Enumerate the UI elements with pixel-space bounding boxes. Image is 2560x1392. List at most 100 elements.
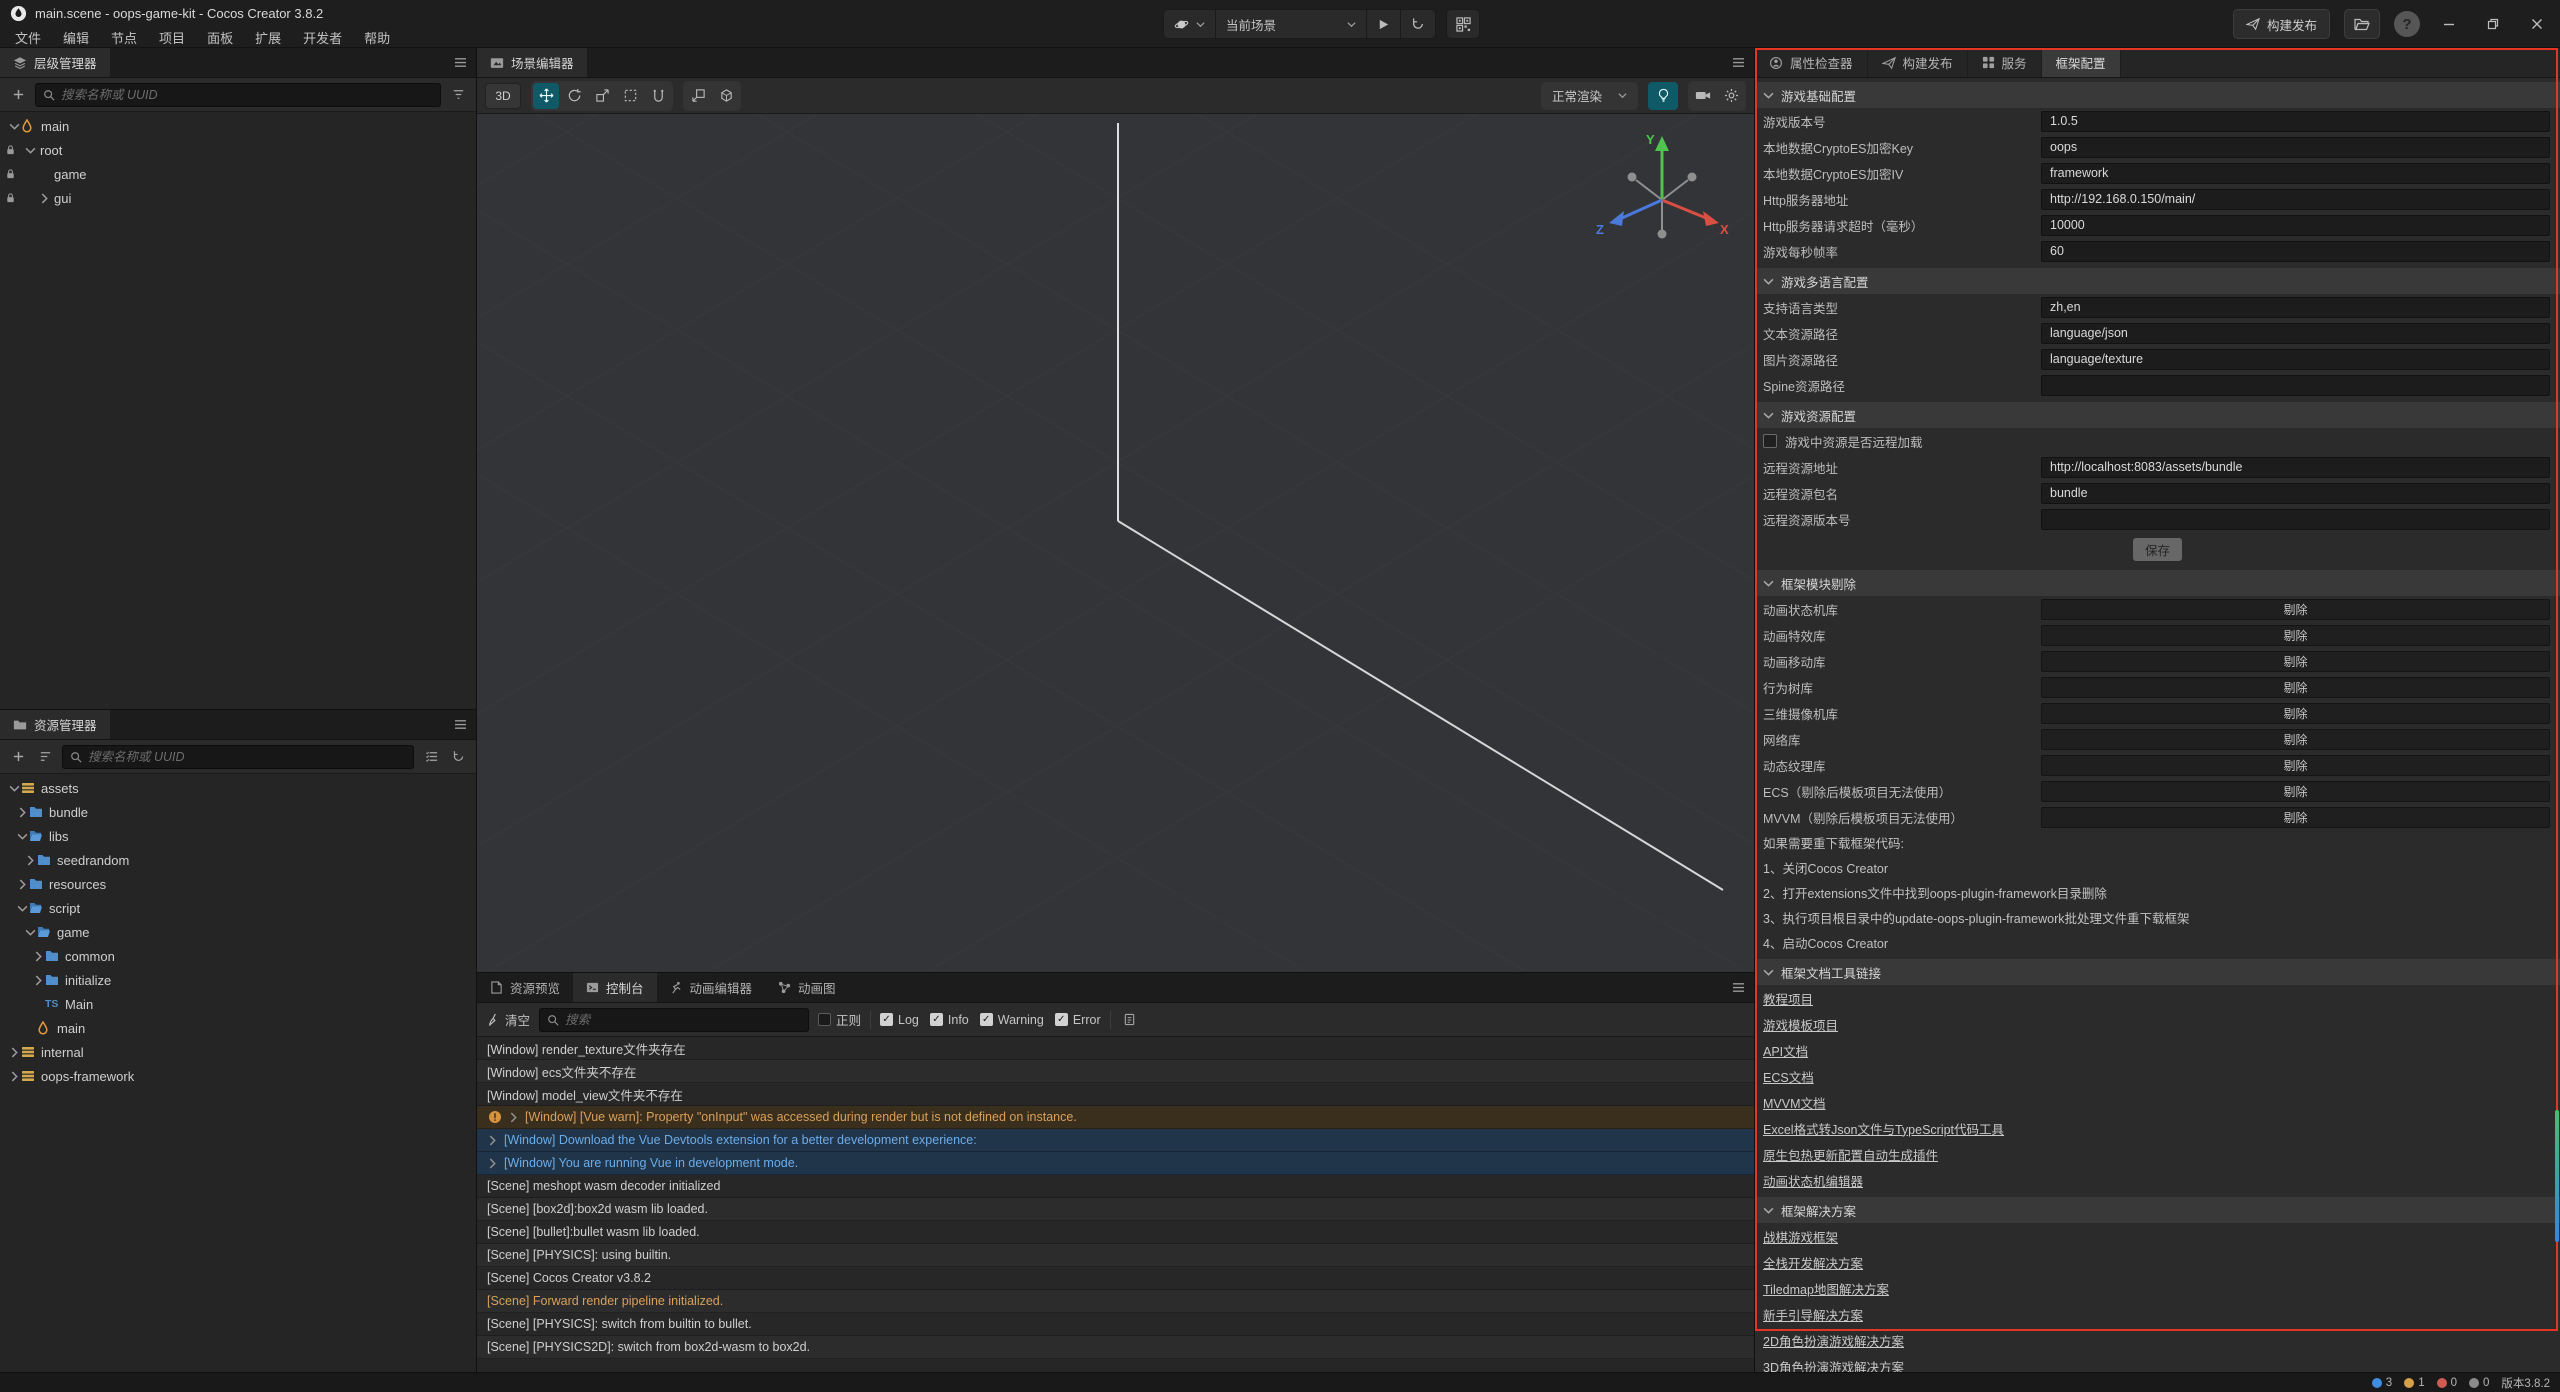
assets-menu-icon[interactable] (454, 710, 467, 739)
asset-node[interactable]: internal (0, 1040, 476, 1064)
remove-module-button[interactable]: 剔除 (2041, 729, 2550, 750)
menu-item[interactable]: 编辑 (52, 26, 100, 48)
config-input[interactable]: bundle (2041, 483, 2550, 504)
camera-settings-button[interactable] (1690, 83, 1716, 109)
scene-menu-icon[interactable] (1732, 48, 1745, 77)
status-badge[interactable]: 1 (2404, 1377, 2424, 1389)
remote-load-checkbox[interactable] (1763, 434, 1777, 448)
assets-search[interactable] (62, 745, 414, 769)
remove-module-button[interactable]: 剔除 (2041, 781, 2550, 802)
filter-warning-checkbox[interactable]: ✓Warning (980, 1013, 1044, 1027)
asset-node[interactable]: game (0, 920, 476, 944)
section-header[interactable]: 游戏多语言配置 (1755, 268, 2560, 294)
config-input[interactable]: language/json (2041, 323, 2550, 344)
asset-node[interactable]: script (0, 896, 476, 920)
remove-module-button[interactable]: 剔除 (2041, 807, 2550, 828)
doc-link[interactable]: 2D角色扮演游戏解决方案 (1763, 1331, 1904, 1350)
menu-item[interactable]: 项目 (148, 26, 196, 48)
add-asset-button[interactable] (8, 750, 28, 763)
lighting-toggle-button[interactable] (1648, 82, 1678, 110)
log-row[interactable]: [Window] render_texture文件夹存在 (477, 1037, 1754, 1060)
rotate-tool-button[interactable] (561, 83, 587, 109)
section-header[interactable]: 游戏资源配置 (1755, 402, 2560, 428)
log-row[interactable]: [Scene] [PHYSICS]: switch from builtin t… (477, 1313, 1754, 1336)
help-button[interactable]: ? (2394, 11, 2420, 37)
log-row[interactable]: [Window] ecs文件夹不存在 (477, 1060, 1754, 1083)
console-search-input[interactable] (565, 1013, 801, 1027)
move-tool-button[interactable] (533, 83, 559, 109)
config-input[interactable]: framework (2041, 163, 2550, 184)
remove-module-button[interactable]: 剔除 (2041, 599, 2550, 620)
hierarchy-node[interactable]: game (0, 162, 476, 186)
console-search[interactable] (539, 1008, 809, 1032)
console-tab[interactable]: 资源预览 (477, 973, 573, 1002)
doc-link[interactable]: 全栈开发解决方案 (1763, 1253, 1863, 1272)
render-mode-select[interactable]: 正常渲染 (1541, 82, 1638, 110)
inspector-tab[interactable]: 框架配置 (2042, 48, 2121, 77)
config-input[interactable]: 10000 (2041, 215, 2550, 236)
doc-link[interactable]: Excel格式转Json文件与TypeScript代码工具 (1763, 1119, 2004, 1138)
section-header[interactable]: 框架模块剔除 (1755, 570, 2560, 596)
asset-node[interactable]: resources (0, 872, 476, 896)
inspector-tab[interactable]: 构建发布 (1868, 48, 1968, 77)
toggle-3d-button[interactable]: 3D (485, 83, 521, 109)
pivot-mode-button[interactable] (685, 83, 711, 109)
menu-item[interactable]: 面板 (196, 26, 244, 48)
asset-node[interactable]: initialize (0, 968, 476, 992)
menu-item[interactable]: 扩展 (244, 26, 292, 48)
doc-link[interactable]: 3D角色扮演游戏解决方案 (1763, 1357, 1904, 1373)
remove-module-button[interactable]: 剔除 (2041, 755, 2550, 776)
log-row[interactable]: [Scene] [PHYSICS2D]: switch from box2d-w… (477, 1336, 1754, 1359)
open-project-folder-button[interactable] (2344, 9, 2380, 39)
tab-hierarchy[interactable]: 层级管理器 (0, 48, 110, 77)
hierarchy-search-input[interactable] (61, 88, 433, 102)
doc-link[interactable]: 战棋游戏框架 (1763, 1227, 1838, 1246)
menu-item[interactable]: 节点 (100, 26, 148, 48)
reload-button[interactable] (1401, 10, 1435, 38)
asset-node[interactable]: assets (0, 776, 476, 800)
filter-list-icon[interactable] (448, 88, 468, 101)
doc-link[interactable]: MVVM文档 (1763, 1093, 1826, 1112)
config-input[interactable] (2041, 375, 2550, 396)
config-input[interactable]: 60 (2041, 241, 2550, 262)
status-badge[interactable]: 0 (2469, 1377, 2489, 1389)
gizmo-tool-button[interactable] (645, 83, 671, 109)
scene-select[interactable]: 当前场景 (1216, 10, 1366, 38)
hierarchy-node[interactable]: root (0, 138, 476, 162)
rect-tool-button[interactable] (617, 83, 643, 109)
log-row[interactable]: [Window] model_view文件夹不存在 (477, 1083, 1754, 1106)
hierarchy-menu-icon[interactable] (454, 48, 467, 77)
doc-link[interactable]: Tiledmap地图解决方案 (1763, 1279, 1889, 1298)
filter-log-checkbox[interactable]: ✓Log (880, 1013, 919, 1027)
scrollbar-thumb[interactable] (2555, 1110, 2559, 1242)
asset-node[interactable]: TSMain (0, 992, 476, 1016)
log-row[interactable]: [Scene] Forward render pipeline initiali… (477, 1290, 1754, 1313)
config-input[interactable]: language/texture (2041, 349, 2550, 370)
tab-assets[interactable]: 资源管理器 (0, 710, 110, 739)
config-input[interactable]: http://localhost:8083/assets/bundle (2041, 457, 2550, 478)
asset-node[interactable]: oops-framework (0, 1064, 476, 1088)
clear-console-button[interactable]: 清空 (487, 1010, 530, 1029)
menu-item[interactable]: 文件 (4, 26, 52, 48)
doc-link[interactable]: 新手引导解决方案 (1763, 1305, 1863, 1324)
log-row[interactable]: [Scene] [box2d]:box2d wasm lib loaded. (477, 1198, 1754, 1221)
remove-module-button[interactable]: 剔除 (2041, 677, 2550, 698)
doc-link[interactable]: 动画状态机编辑器 (1763, 1171, 1863, 1190)
log-row[interactable]: [Window] [Vue warn]: Property "onInput" … (477, 1106, 1754, 1129)
export-log-icon[interactable] (1120, 1013, 1140, 1026)
log-row[interactable]: [Scene] meshopt wasm decoder initialized (477, 1175, 1754, 1198)
build-publish-button[interactable]: 构建发布 (2233, 9, 2330, 39)
remove-module-button[interactable]: 剔除 (2041, 703, 2550, 724)
scale-tool-button[interactable] (589, 83, 615, 109)
filter-info-checkbox[interactable]: ✓Info (930, 1013, 969, 1027)
scene-settings-button[interactable] (1718, 83, 1744, 109)
log-row[interactable]: [Window] Download the Vue Devtools exten… (477, 1129, 1754, 1152)
coordinate-mode-button[interactable] (713, 83, 739, 109)
hierarchy-node[interactable]: main (0, 114, 476, 138)
console-tab[interactable]: 动画图 (765, 973, 849, 1002)
preview-target-select[interactable] (1164, 10, 1215, 38)
play-button[interactable] (1367, 10, 1400, 38)
config-input[interactable]: 1.0.5 (2041, 111, 2550, 132)
remove-module-button[interactable]: 剔除 (2041, 651, 2550, 672)
scene-viewport[interactable]: Y X Z (477, 114, 1754, 972)
